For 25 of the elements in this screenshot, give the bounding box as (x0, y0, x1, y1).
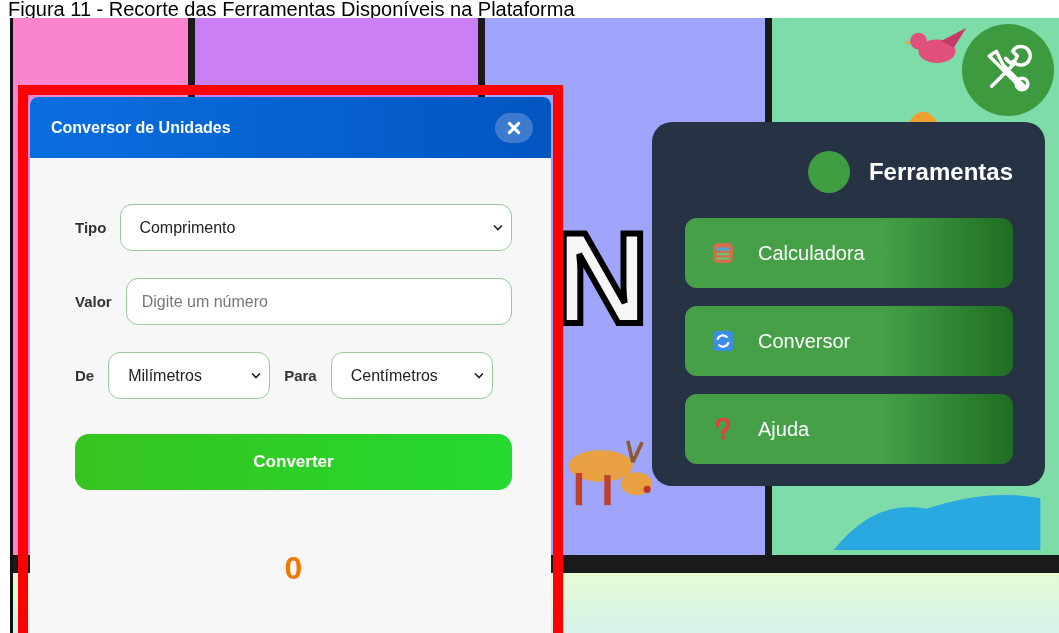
figure-caption: Figura 11 - Recorte das Ferramentas Disponíveis na Plataforma (7, 0, 576, 18)
banner-heading: N (555, 213, 649, 343)
status-dot (807, 151, 850, 193)
refresh-icon (712, 330, 734, 352)
field-label: Tipo (75, 219, 107, 236)
field-label: De (75, 367, 95, 384)
chevron-icon (473, 372, 484, 379)
field-label: Valor (75, 293, 112, 310)
unit-select[interactable]: Milímetros (108, 352, 271, 399)
calculator-icon (712, 242, 734, 264)
tool-button[interactable]: Ajuda (685, 394, 1013, 464)
panel-title: Ferramentas (868, 158, 1013, 186)
convert-button[interactable]: Converter (75, 434, 512, 490)
chevron-icon (493, 224, 503, 231)
tool-button[interactable]: Conversor (685, 306, 1013, 376)
result-value: 0 (283, 550, 304, 587)
select-field[interactable]: Comprimento (120, 204, 512, 251)
dialog-title: Conversor de Unidades (51, 118, 231, 137)
field-label: Para (284, 367, 317, 384)
chevron-icon (251, 372, 262, 379)
input-field[interactable]: Digite um número (125, 278, 512, 325)
close-button[interactable] (495, 112, 533, 143)
unit-select[interactable]: Centímetros (330, 352, 493, 399)
close-icon (507, 120, 521, 135)
tool-button[interactable]: Calculadora (685, 218, 1013, 288)
